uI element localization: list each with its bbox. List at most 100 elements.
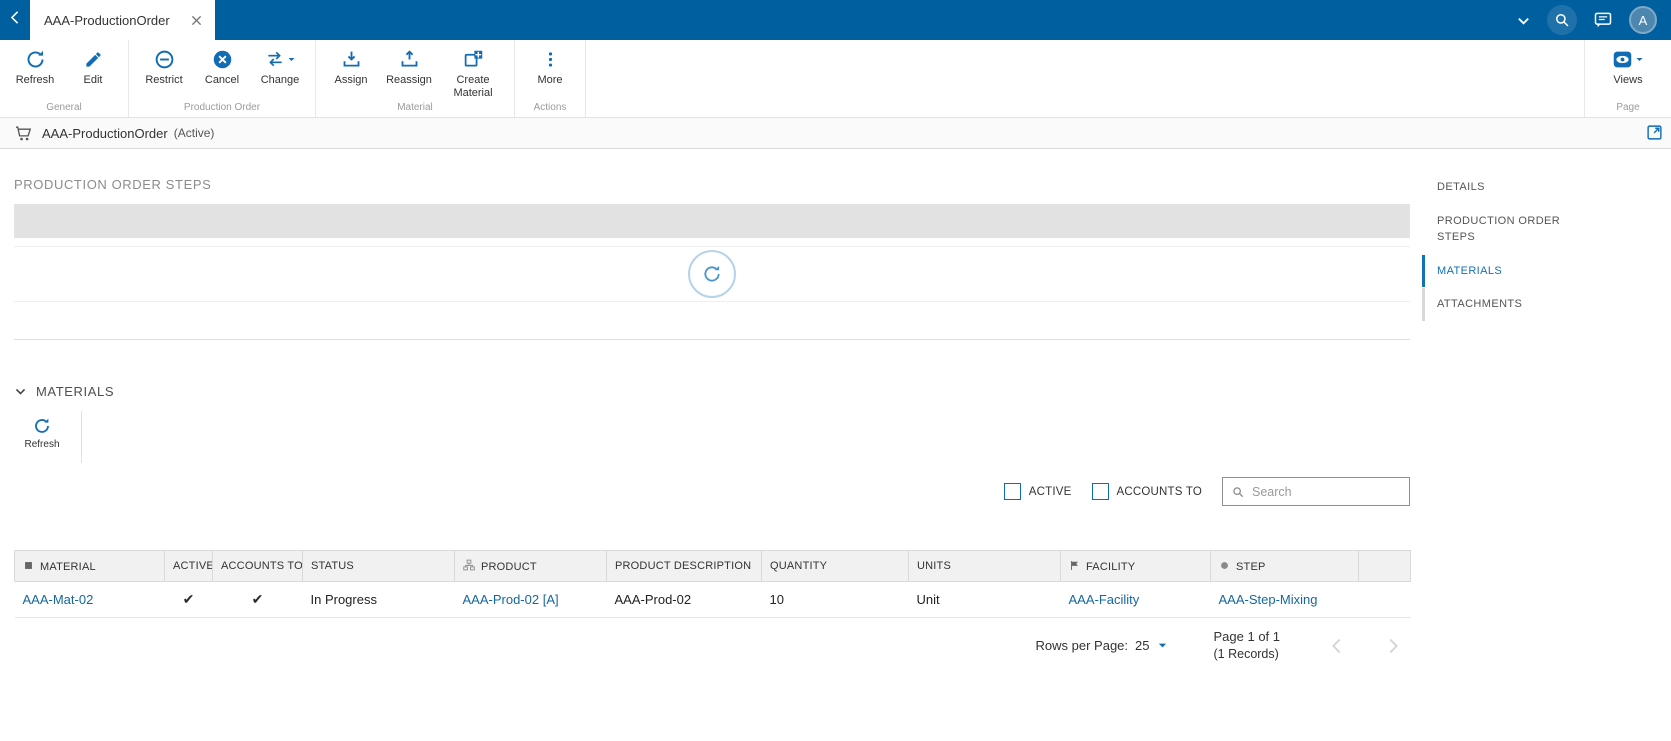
cell-accounts-to: ✔ bbox=[212, 581, 303, 618]
check-icon: ✔ bbox=[251, 591, 264, 607]
hierarchy-icon bbox=[463, 559, 475, 571]
chevron-left-icon bbox=[7, 9, 24, 31]
column-header-active[interactable]: ACTIVE bbox=[164, 550, 213, 582]
change-button[interactable]: Change bbox=[251, 40, 309, 102]
accounts-to-filter[interactable]: ACCOUNTS TO bbox=[1091, 483, 1202, 500]
record-status: (Active) bbox=[173, 126, 215, 140]
expand-icon[interactable] bbox=[1646, 124, 1663, 141]
arrow-down-tray-icon bbox=[341, 47, 362, 71]
reassign-label: Reassign bbox=[386, 74, 432, 86]
views-button[interactable]: Views bbox=[1599, 40, 1657, 102]
toolbar-group-actions: More Actions bbox=[515, 40, 586, 117]
table-header-row: MATERIAL ACTIVE ACCOUNTS TO STATUS PRODU… bbox=[14, 550, 1411, 582]
cancel-button[interactable]: Cancel bbox=[193, 40, 251, 102]
chevron-down-icon[interactable] bbox=[1157, 640, 1168, 651]
toolbar-group-general: Refresh Edit General bbox=[0, 40, 129, 117]
column-header-step[interactable]: STEP bbox=[1210, 550, 1359, 582]
step-link[interactable]: AAA-Step-Mixing bbox=[1219, 592, 1318, 607]
refresh-label: Refresh bbox=[15, 74, 55, 86]
record-title: AAA-ProductionOrder bbox=[42, 125, 168, 141]
rows-per-page-label: Rows per Page: bbox=[1035, 638, 1129, 654]
column-header-quantity[interactable]: QUANTITY bbox=[761, 550, 909, 582]
more-label: More bbox=[537, 74, 563, 86]
page-count: Page 1 of 1 bbox=[1213, 629, 1281, 644]
chat-icon bbox=[1594, 12, 1612, 28]
material-link[interactable]: AAA-Mat-02 bbox=[23, 592, 94, 607]
check-icon: ✔ bbox=[182, 591, 195, 607]
search-icon bbox=[1231, 485, 1245, 499]
accounts-to-filter-label: ACCOUNTS TO bbox=[1116, 485, 1202, 498]
create-material-button[interactable]: Create Material bbox=[438, 40, 508, 102]
tab-close-icon[interactable] bbox=[187, 11, 205, 29]
rows-per-page-selector[interactable]: Rows per Page: 25 bbox=[1036, 638, 1168, 653]
app-window: AAA-ProductionOrder A Refresh Edit Gener… bbox=[0, 0, 1671, 741]
anchor-item-details[interactable]: DETAILS bbox=[1422, 171, 1582, 204]
materials-search-input[interactable] bbox=[1252, 484, 1401, 499]
views-label: Views bbox=[1613, 74, 1643, 86]
group-label-page: Page bbox=[1616, 102, 1640, 113]
page-info: Page 1 of 1 (1 Records) bbox=[1214, 628, 1281, 664]
edit-button[interactable]: Edit bbox=[64, 40, 122, 102]
chevron-down-icon[interactable] bbox=[1635, 55, 1644, 64]
refresh-button[interactable]: Refresh bbox=[6, 40, 64, 102]
restrict-label: Restrict bbox=[145, 74, 183, 86]
column-header-material[interactable]: MATERIAL bbox=[14, 550, 165, 582]
materials-section-heading: MATERIALS bbox=[36, 384, 115, 399]
cell-active: ✔ bbox=[164, 581, 213, 618]
group-label-actions: Actions bbox=[533, 102, 567, 113]
rows-per-page-value: 25 bbox=[1135, 638, 1150, 654]
reassign-button[interactable]: Reassign bbox=[380, 40, 438, 102]
chat-button[interactable] bbox=[1593, 10, 1613, 30]
topbar-dropdown-button[interactable] bbox=[1516, 13, 1531, 28]
avatar[interactable]: A bbox=[1629, 6, 1657, 34]
pencil-icon bbox=[84, 47, 103, 71]
x-circle-icon bbox=[212, 47, 233, 71]
column-header-product-description[interactable]: PRODUCT DESCRIPTION bbox=[606, 550, 762, 582]
pagination: Rows per Page: 25 Page 1 of 1 (1 Records) bbox=[14, 628, 1410, 664]
edit-label: Edit bbox=[83, 74, 103, 86]
active-filter-label: ACTIVE bbox=[1028, 485, 1072, 498]
chevron-down-icon[interactable] bbox=[287, 55, 296, 64]
materials-section-header[interactable]: MATERIALS bbox=[14, 384, 1410, 399]
materials-search-box bbox=[1222, 477, 1410, 506]
column-header-facility[interactable]: FACILITY bbox=[1060, 550, 1211, 582]
accounts-to-checkbox[interactable] bbox=[1091, 483, 1109, 500]
restrict-button[interactable]: Restrict bbox=[135, 40, 193, 102]
column-header-status[interactable]: STATUS bbox=[302, 550, 455, 582]
active-filter[interactable]: ACTIVE bbox=[1003, 483, 1072, 500]
chevron-down-icon[interactable] bbox=[14, 385, 27, 398]
assign-button[interactable]: Assign bbox=[322, 40, 380, 102]
back-button[interactable] bbox=[0, 0, 30, 40]
anchor-item-materials[interactable]: MATERIALS bbox=[1422, 254, 1582, 287]
toolbar-group-page: Views Page bbox=[1584, 40, 1671, 117]
steps-loading-skeleton bbox=[14, 204, 1410, 238]
tab-production-order[interactable]: AAA-ProductionOrder bbox=[30, 0, 215, 40]
create-material-label: Create Material bbox=[453, 74, 493, 99]
search-button[interactable] bbox=[1547, 5, 1577, 35]
anchor-item-attachments[interactable]: ATTACHMENTS bbox=[1422, 288, 1582, 321]
refresh-icon bbox=[33, 416, 51, 436]
cell-product-description: AAA-Prod-02 bbox=[606, 581, 762, 618]
more-button[interactable]: More bbox=[521, 40, 579, 102]
previous-page-icon[interactable] bbox=[1326, 635, 1348, 657]
facility-link[interactable]: AAA-Facility bbox=[1069, 592, 1140, 607]
refresh-icon bbox=[704, 265, 720, 282]
materials-filter-row: ACTIVE ACCOUNTS TO bbox=[14, 477, 1410, 506]
cell-material: AAA-Mat-02 bbox=[14, 581, 165, 618]
table-row[interactable]: AAA-Mat-02 ✔ ✔ In Progress AAA-Prod-02 [… bbox=[14, 581, 1411, 618]
column-header-units[interactable]: UNITS bbox=[908, 550, 1061, 582]
active-checkbox[interactable] bbox=[1003, 483, 1021, 500]
shopping-cart-icon bbox=[14, 124, 33, 143]
anchor-navigation: DETAILS PRODUCTION ORDER STEPS MATERIALS… bbox=[1410, 149, 1671, 740]
next-page-icon[interactable] bbox=[1382, 635, 1404, 657]
avatar-letter: A bbox=[1638, 12, 1648, 28]
product-link[interactable]: AAA-Prod-02 [A] bbox=[463, 592, 559, 607]
column-header-product[interactable]: PRODUCT bbox=[454, 550, 607, 582]
tab-title: AAA-ProductionOrder bbox=[44, 12, 170, 28]
column-header-accounts-to[interactable]: ACCOUNTS TO bbox=[212, 550, 303, 582]
loading-row bbox=[14, 301, 1410, 339]
arrow-up-tray-icon bbox=[399, 47, 420, 71]
materials-refresh-button[interactable]: Refresh bbox=[14, 411, 70, 463]
top-bar: AAA-ProductionOrder A bbox=[0, 0, 1671, 40]
anchor-item-production-order-steps[interactable]: PRODUCTION ORDER STEPS bbox=[1422, 205, 1582, 254]
